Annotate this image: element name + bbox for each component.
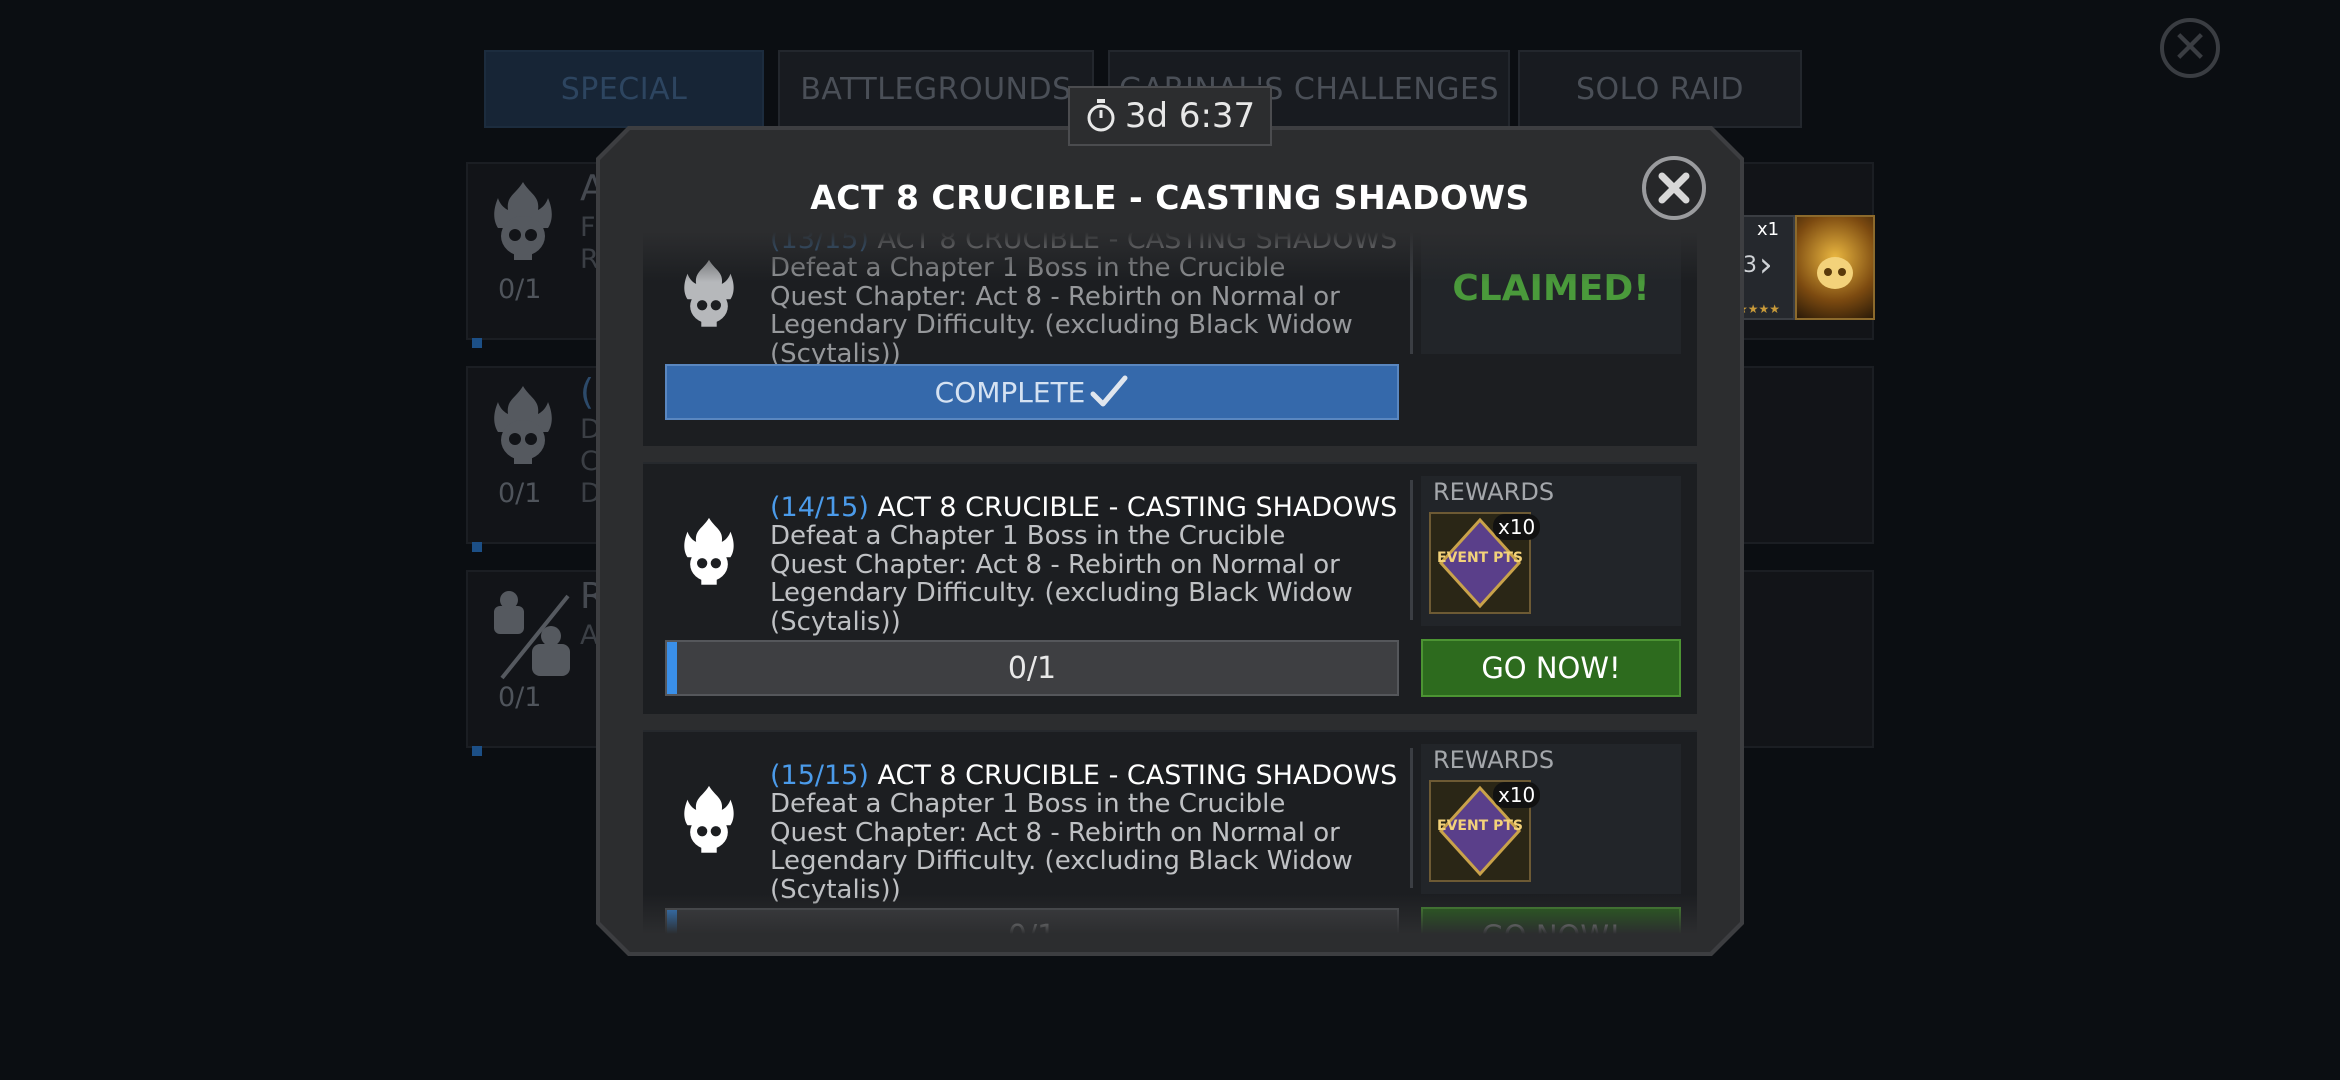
claimed-label: CLAIMED! (1421, 232, 1681, 354)
background-card-progress (472, 338, 482, 348)
background-close-button[interactable]: ✕ (2160, 18, 2220, 78)
reward-multiplier: x10 (1493, 514, 1541, 540)
quest-name: ACT 8 CRUCIBLE - CASTING SHADOWS (877, 492, 1398, 523)
tab-battlegrounds[interactable]: BATTLEGROUNDS (778, 50, 1094, 128)
reward-multiplier: x1 (1757, 219, 1780, 240)
timer-text: 3d 6:37 (1124, 96, 1256, 136)
quest-divider (1410, 748, 1413, 888)
chevron-right-icon: › (1759, 245, 1773, 285)
reward-multiplier: x10 (1493, 782, 1541, 808)
quest-description: Defeat a Chapter 1 Boss in the Crucible … (770, 521, 1353, 637)
crystal-reward-icon: 3 › x1 ★★★★ (1735, 215, 1795, 320)
background-reward-preview: 3 › x1 ★★★★ (1735, 215, 1875, 325)
quest-item: (14/15) ACT 8 CRUCIBLE - CASTING SHADOWS… (643, 462, 1697, 714)
quest-heading: (13/15) ACT 8 CRUCIBLE - CASTING SHADOWS (770, 232, 1397, 255)
rewards-label: REWARDS (1433, 478, 1555, 506)
background-card-count: 0/1 (498, 478, 542, 509)
flaming-skull-icon (494, 386, 552, 464)
stopwatch-icon (1087, 99, 1115, 132)
background-card-count: 0/1 (498, 274, 542, 305)
go-now-button[interactable]: GO NOW! (1421, 639, 1681, 697)
reward-tier: 3 (1743, 253, 1757, 278)
tab-special[interactable]: SPECIAL (484, 50, 764, 128)
quest-divider (1410, 232, 1413, 354)
quest-item: (15/15) ACT 8 CRUCIBLE - CASTING SHADOWS… (643, 730, 1697, 934)
go-now-button[interactable]: GO NOW! (1421, 907, 1681, 934)
quest-progress-bar: 0/1 (665, 908, 1399, 934)
modal-title: ACT 8 CRUCIBLE - CASTING SHADOWS (810, 178, 1530, 217)
background-card-subtitle: A (580, 620, 599, 651)
golden-skull-reward-icon (1795, 215, 1875, 320)
progress-fill (667, 642, 677, 694)
flaming-skull-icon (684, 259, 734, 327)
flaming-skull-icon (684, 517, 734, 585)
quest-number: (15/15) (770, 760, 869, 791)
close-button[interactable] (1642, 156, 1706, 220)
quest-name: ACT 8 CRUCIBLE - CASTING SHADOWS (877, 232, 1398, 255)
rewards-panel: REWARDS EVENT PTS x10 (1421, 476, 1681, 626)
tab-solo-raid[interactable]: SOLO RAID (1518, 50, 1802, 128)
quest-heading: (15/15) ACT 8 CRUCIBLE - CASTING SHADOWS (770, 760, 1397, 791)
svg-text:EVENT PTS: EVENT PTS (1437, 550, 1523, 566)
flaming-skull-icon (684, 785, 734, 853)
progress-text: 0/1 (1008, 919, 1056, 935)
flaming-skull-icon (494, 182, 552, 260)
svg-text:EVENT PTS: EVENT PTS (1437, 818, 1523, 834)
event-timer: 3d 6:37 (1068, 86, 1272, 146)
quest-name: ACT 8 CRUCIBLE - CASTING SHADOWS (877, 760, 1398, 791)
progress-fill (667, 910, 677, 934)
rewards-panel: REWARDS EVENT PTS x10 (1421, 744, 1681, 894)
quest-divider (1410, 480, 1413, 620)
quest-item: (13/15) ACT 8 CRUCIBLE - CASTING SHADOWS… (643, 232, 1697, 446)
background-card-count: 0/1 (498, 682, 542, 713)
quest-number: (13/15) (770, 232, 869, 255)
checkmark-icon (1090, 375, 1128, 407)
rewards-label: REWARDS (1433, 746, 1555, 774)
quest-progress-bar: 0/1 (665, 640, 1399, 696)
quest-description: Defeat a Chapter 1 Boss in the Crucible … (770, 789, 1353, 905)
quest-number: (14/15) (770, 492, 869, 523)
complete-bar: COMPLETE (665, 364, 1399, 420)
team-split-icon (494, 591, 570, 680)
complete-label: COMPLETE (934, 375, 1086, 409)
quest-description: Defeat a Chapter 1 Boss in the Crucible … (770, 253, 1353, 369)
background-card-progress (472, 746, 482, 756)
progress-text: 0/1 (1007, 650, 1057, 686)
background-card-progress (472, 542, 482, 552)
quest-heading: (14/15) ACT 8 CRUCIBLE - CASTING SHADOWS (770, 492, 1397, 523)
quest-list[interactable]: (13/15) ACT 8 CRUCIBLE - CASTING SHADOWS… (643, 232, 1697, 934)
close-icon (1658, 172, 1690, 204)
